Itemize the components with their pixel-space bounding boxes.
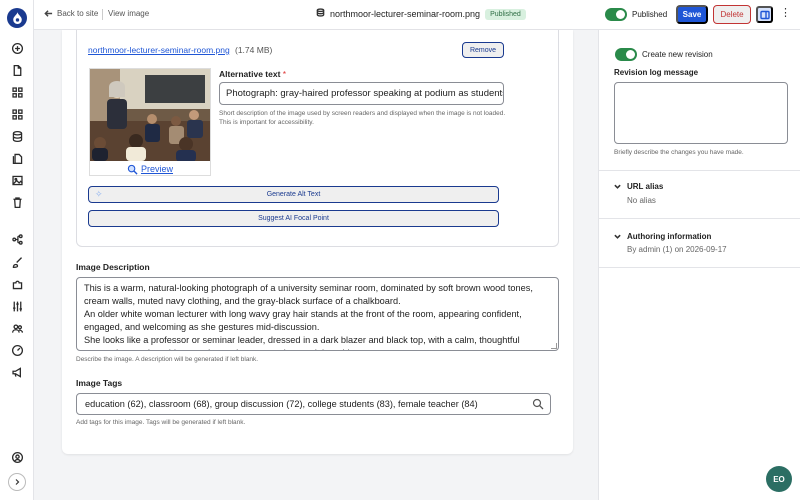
database-icon (316, 8, 325, 20)
sparkle-icon: ✧ (95, 189, 103, 199)
puzzle-icon[interactable] (9, 276, 25, 292)
published-toggle[interactable] (605, 8, 627, 21)
authoring-info-toggle[interactable]: Authoring information (614, 232, 711, 241)
more-actions-button[interactable]: ⋮ (780, 8, 791, 19)
revision-log-help: Briefly describe the changes you have ma… (614, 149, 744, 156)
revision-log-label: Revision log message (614, 68, 699, 77)
thumbnail-photo[interactable] (90, 69, 210, 161)
alt-text-label: Alternative text * (219, 69, 287, 79)
resize-handle[interactable] (551, 343, 557, 349)
file-link[interactable]: northmoor-lecturer-seminar-room.png (88, 45, 230, 55)
image-tags-input[interactable]: education (62), classroom (68), group di… (76, 393, 551, 415)
sidebar-panel-icon (759, 10, 770, 19)
megaphone-icon[interactable] (9, 364, 25, 380)
alt-text-help: Short description of the image used by s… (219, 110, 506, 126)
page-title: northmoor-lecturer-seminar-room.png (330, 9, 481, 19)
magnifier-icon (127, 164, 138, 175)
delete-button[interactable]: Delete (713, 5, 751, 24)
media-edit-form: northmoor-lecturer-seminar-room.png (1.7… (62, 30, 573, 454)
chevron-down-icon (614, 184, 621, 189)
meta-sidebar: Create new revision Revision log message… (598, 30, 800, 500)
image-tags-help: Add tags for this image. Tags will be ge… (76, 419, 246, 426)
save-button[interactable]: Save (676, 5, 708, 24)
top-bar: Back to site View image northmoor-lectur… (34, 0, 800, 30)
generate-alt-text-label: Generate Alt Text (266, 191, 321, 198)
preview-label: Preview (140, 164, 173, 174)
required-marker: * (282, 69, 287, 79)
image-description-help: Describe the image. A description will b… (76, 356, 259, 363)
grid-alt-icon[interactable] (9, 106, 25, 122)
create-revision-toggle[interactable] (615, 48, 637, 61)
drupal-logo-icon[interactable] (7, 8, 27, 28)
image-description-text: This is a warm, natural-looking photogra… (84, 283, 533, 350)
grid-icon[interactable] (9, 84, 25, 100)
page-title-group: northmoor-lecturer-seminar-room.png Publ… (316, 8, 526, 20)
database-icon[interactable] (9, 128, 25, 144)
document-icon[interactable] (9, 62, 25, 78)
url-alias-toggle[interactable]: URL alias (614, 182, 663, 191)
chevron-right-icon (15, 479, 20, 485)
search-icon[interactable] (532, 398, 544, 410)
create-revision-label: Create new revision (642, 50, 713, 59)
url-alias-value: No alias (627, 196, 656, 205)
image-tags-value: education (62), classroom (68), group di… (85, 399, 478, 409)
files-icon[interactable] (9, 150, 25, 166)
published-label: Published (632, 10, 668, 19)
divider (599, 267, 800, 268)
generate-alt-text-button[interactable]: ✧ Generate Alt Text (88, 186, 499, 203)
image-field: northmoor-lecturer-seminar-room.png (1.7… (76, 30, 559, 247)
authoring-info-value: By admin (1) on 2026-09-17 (627, 245, 727, 254)
toggle-sidebar-button[interactable] (756, 6, 773, 23)
suggest-focal-point-button[interactable]: Suggest AI Focal Point (88, 210, 499, 227)
trash-icon[interactable] (9, 194, 25, 210)
image-icon[interactable] (9, 172, 25, 188)
revision-log-textarea[interactable] (614, 82, 788, 144)
user-icon[interactable] (9, 449, 25, 465)
expand-toolbar-button[interactable] (8, 473, 26, 491)
assistant-chat-button[interactable]: EO (766, 466, 792, 492)
structure-icon[interactable] (9, 231, 25, 247)
arrow-left-icon (44, 10, 53, 17)
divider (599, 218, 800, 219)
authoring-info-title: Authoring information (627, 232, 712, 241)
image-tags-label: Image Tags (76, 378, 123, 388)
back-to-site-link[interactable]: Back to site (44, 9, 98, 18)
url-alias-title: URL alias (627, 182, 664, 191)
remove-button[interactable]: Remove (462, 42, 504, 58)
status-badge: Published (485, 8, 526, 20)
brush-icon[interactable] (9, 254, 25, 270)
file-size: (1.74 MB) (235, 45, 273, 55)
alt-text-input[interactable]: Photograph: gray-haired professor speaki… (219, 82, 504, 105)
chevron-down-icon (614, 234, 621, 239)
gauge-icon[interactable] (9, 342, 25, 358)
divider (102, 9, 103, 20)
sliders-icon[interactable] (9, 298, 25, 314)
image-description-label: Image Description (76, 262, 150, 272)
image-thumbnail: Preview (89, 68, 211, 176)
image-description-textarea[interactable]: This is a warm, natural-looking photogra… (76, 277, 559, 351)
divider (599, 170, 800, 171)
preview-link[interactable]: Preview (90, 162, 210, 176)
people-icon[interactable] (9, 320, 25, 336)
view-image-link[interactable]: View image (108, 9, 149, 18)
plus-circle-icon[interactable] (9, 40, 25, 56)
admin-toolbar (0, 0, 34, 500)
back-to-site-label: Back to site (57, 9, 99, 18)
